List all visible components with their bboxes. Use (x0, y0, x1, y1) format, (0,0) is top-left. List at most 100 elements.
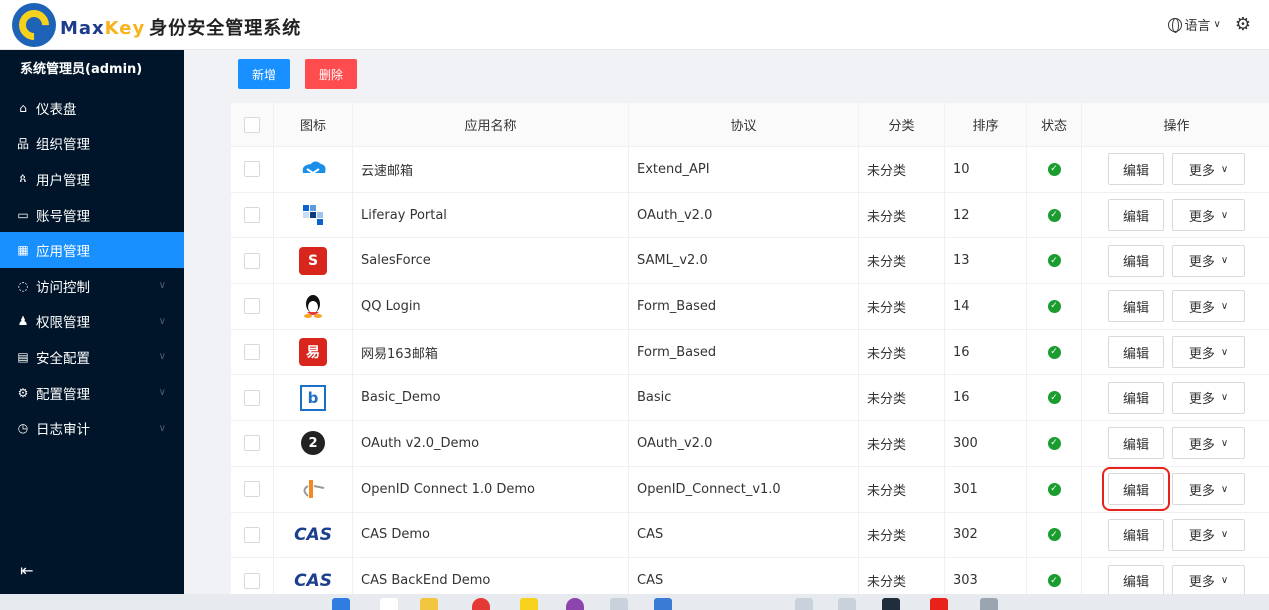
row-checkbox[interactable] (244, 207, 260, 224)
edit-button[interactable]: 编辑 (1108, 518, 1164, 551)
toolbar: 新增 删除 (238, 59, 358, 89)
taskbar-chrome-icon[interactable] (472, 598, 490, 610)
app-category: 未分类 (859, 512, 945, 558)
col-header-name: 应用名称 (353, 103, 629, 146)
more-label: 更多 (1188, 392, 1215, 408)
more-dropdown-button[interactable]: 更多 ∨ (1172, 199, 1245, 232)
more-label: 更多 (1188, 163, 1215, 179)
language-switcher[interactable]: 语言 ∨ (1167, 15, 1221, 34)
app-status-cell: ✓ (1027, 192, 1082, 238)
table-row: Liferay Portal OAuth_v2.0 未分类 12 ✓ 编辑 更多 ∨ (231, 192, 1269, 239)
sidebar-item-7[interactable]: ▤ 安全配置 ∨ (0, 339, 184, 375)
more-label: 更多 (1188, 575, 1215, 591)
chevron-down-icon: ∨ (1220, 346, 1229, 358)
app-icon: ▦ (17, 243, 29, 258)
more-dropdown-button[interactable]: 更多 ∨ (1172, 518, 1245, 551)
app-name: SalesForce (353, 238, 629, 284)
more-dropdown-button[interactable]: 更多 ∨ (1172, 564, 1245, 594)
sidebar-item-label: 仪表盘 (36, 101, 77, 118)
chevron-down-icon: ∨ (1220, 209, 1229, 221)
app-icon-cell: 2 (274, 421, 353, 466)
row-actions: 编辑 更多 ∨ (1082, 193, 1269, 238)
add-button[interactable]: 新增 (238, 59, 291, 89)
taskbar-app-icon[interactable] (380, 598, 398, 610)
row-checkbox[interactable] (244, 389, 260, 406)
table-row: b Basic_Demo Basic 未分类 16 ✓ 编辑 更多 ∨ (231, 375, 1269, 422)
edit-button[interactable]: 编辑 (1108, 381, 1164, 414)
more-dropdown-button[interactable]: 更多 ∨ (1172, 427, 1245, 460)
sidebar-item-label: 日志审计 (36, 422, 90, 439)
app-category: 未分类 (859, 421, 945, 466)
app-sort: 13 (945, 238, 1027, 284)
edit-button[interactable]: 编辑 (1108, 564, 1164, 594)
more-dropdown-button[interactable]: 更多 ∨ (1172, 381, 1245, 414)
app-sort: 302 (945, 512, 1027, 558)
row-checkbox[interactable] (244, 252, 260, 269)
col-header-status: 状态 (1027, 103, 1082, 146)
edit-button[interactable]: 编辑 (1108, 244, 1164, 277)
table-row: CAS CAS BackEnd Demo CAS 未分类 303 ✓ 编辑 更多 ∨ (231, 558, 1269, 594)
taskbar-app-icon[interactable] (610, 598, 628, 610)
sidebar-item-8[interactable]: ⚙ 配置管理 ∨ (0, 375, 184, 411)
oauth2-icon: 2 (299, 429, 327, 457)
windows-start-icon[interactable] (332, 598, 350, 610)
app-protocol: OpenID_Connect_v1.0 (629, 466, 859, 512)
row-checkbox[interactable] (244, 298, 260, 315)
taskbar-app-icon[interactable] (795, 598, 813, 610)
menu-collapse-icon[interactable]: ⇤ (20, 561, 33, 580)
taskbar-app-icon[interactable] (980, 598, 998, 610)
permission-icon: ♟ (17, 314, 29, 329)
app-category: 未分类 (859, 329, 945, 375)
row-checkbox[interactable] (244, 435, 260, 452)
row-checkbox[interactable] (244, 572, 260, 589)
sidebar-item-4[interactable]: ▦ 应用管理 (0, 232, 184, 268)
row-actions: 编辑 更多 ∨ (1082, 238, 1269, 283)
app-category: 未分类 (859, 558, 945, 594)
chevron-down-icon: ∨ (158, 387, 166, 399)
chevron-down-icon: ∨ (1220, 437, 1229, 449)
taskbar-app-icon[interactable] (882, 598, 900, 610)
taskbar-app-icon[interactable] (566, 598, 584, 610)
sidebar-item-3[interactable]: ▭ 账号管理 (0, 197, 184, 233)
edit-button[interactable]: 编辑 (1108, 153, 1164, 186)
edit-button[interactable]: 编辑 (1108, 290, 1164, 323)
taskbar-app-icon[interactable] (520, 598, 538, 610)
taskbar-app-icon[interactable] (930, 598, 948, 610)
sidebar-item-2[interactable]: ጰ 用户管理 (0, 161, 184, 197)
edit-button[interactable]: 编辑 (1108, 199, 1164, 232)
more-label: 更多 (1188, 529, 1215, 545)
edit-button[interactable]: 编辑 (1108, 336, 1164, 369)
sidebar-item-5[interactable]: ◌ 访问控制 ∨ (0, 268, 184, 304)
sidebar-item-1[interactable]: 品组织管理 (0, 126, 184, 162)
edit-button[interactable]: 编辑 (1102, 467, 1170, 512)
row-checkbox[interactable] (244, 526, 260, 543)
row-select-cell (231, 421, 274, 466)
row-checkbox[interactable] (244, 161, 260, 178)
row-checkbox[interactable] (244, 344, 260, 361)
app-sort: 16 (945, 329, 1027, 375)
more-dropdown-button[interactable]: 更多 ∨ (1172, 290, 1245, 323)
sidebar-item-9[interactable]: ◷ 日志审计 ∨ (0, 410, 184, 446)
sidebar-item-6[interactable]: ♟ 权限管理 ∨ (0, 304, 184, 340)
more-dropdown-button[interactable]: 更多 ∨ (1172, 153, 1245, 186)
taskbar-folder-icon[interactable] (420, 598, 438, 610)
gear-icon[interactable]: ⚙ (1235, 14, 1251, 35)
more-dropdown-button[interactable]: 更多 ∨ (1172, 244, 1245, 277)
apps-table: 图标 应用名称 协议 分类 排序 状态 操作 云速邮箱 Extend_API 未分类… (231, 103, 1269, 594)
app-category: 未分类 (859, 192, 945, 238)
select-all-checkbox[interactable] (244, 116, 260, 133)
more-dropdown-button[interactable]: 更多 ∨ (1172, 336, 1245, 369)
sidebar-item-label: 配置管理 (36, 386, 90, 403)
taskbar-app-icon[interactable] (838, 598, 856, 610)
row-checkbox[interactable] (244, 481, 260, 498)
sidebar-item-0[interactable]: ⌂ 仪表盘 (0, 90, 184, 126)
app-category: 未分类 (859, 466, 945, 512)
more-dropdown-button[interactable]: 更多 ∨ (1172, 473, 1245, 506)
app-protocol: OAuth_v2.0 (629, 192, 859, 238)
more-label: 更多 (1188, 346, 1215, 362)
taskbar-app-icon[interactable] (654, 598, 672, 610)
edit-button[interactable]: 编辑 (1108, 427, 1164, 460)
delete-button[interactable]: 删除 (305, 59, 358, 89)
status-ok-icon: ✓ (1047, 436, 1061, 450)
chevron-down-icon: ∨ (158, 351, 166, 363)
